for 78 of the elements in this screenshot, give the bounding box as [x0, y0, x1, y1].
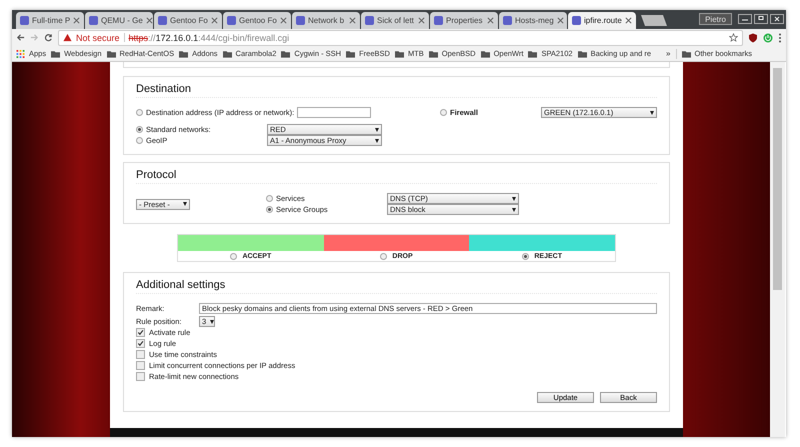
shield-icon[interactable]: [748, 32, 758, 42]
scrollbar[interactable]: [770, 62, 785, 437]
favicon-icon: [89, 16, 98, 25]
section-title: Protocol: [136, 169, 657, 184]
favicon-icon: [365, 16, 374, 25]
close-icon[interactable]: [73, 17, 80, 24]
folder-icon: [179, 50, 188, 58]
close-icon[interactable]: [211, 17, 218, 24]
warning-icon: [63, 33, 72, 42]
radio-button[interactable]: [380, 252, 388, 260]
caret-icon: [375, 138, 379, 142]
folder-icon: [106, 50, 116, 58]
browser-tab[interactable]: Properties: [430, 12, 498, 29]
section-title: Additional settings: [136, 279, 657, 294]
more-bookmarks-button[interactable]: »: [666, 49, 670, 58]
folder-icon: [222, 50, 232, 58]
checkbox[interactable]: [136, 372, 145, 381]
folder-icon: [682, 50, 690, 58]
caret-icon: [512, 208, 516, 212]
checkbox[interactable]: [136, 339, 145, 348]
radio-button[interactable]: [230, 252, 238, 260]
favicon-icon: [20, 16, 29, 25]
favicon-icon: [227, 16, 236, 25]
close-icon[interactable]: [146, 17, 153, 24]
folder-icon: [394, 50, 404, 58]
browser-tab[interactable]: Gentoo Fo: [154, 12, 222, 29]
close-icon[interactable]: [349, 17, 356, 24]
radio-button[interactable]: [136, 126, 143, 133]
folder-icon: [51, 50, 60, 58]
close-icon[interactable]: [418, 17, 425, 24]
browser-tab[interactable]: QEMU - Ge: [85, 12, 153, 29]
input-field[interactable]: [297, 107, 372, 118]
browser-tab[interactable]: Full-time P: [16, 12, 84, 29]
favicon-icon: [296, 16, 305, 25]
folder-icon: [578, 50, 587, 58]
browser-tab[interactable]: Hosts-meg: [499, 12, 567, 29]
back-arrow-icon[interactable]: [16, 33, 25, 42]
favicon-icon: [434, 16, 443, 25]
folder-icon: [346, 50, 356, 58]
restore-icon[interactable]: [754, 14, 768, 24]
apps-grid-icon: [16, 50, 25, 58]
radio-button[interactable]: [522, 252, 530, 260]
close-icon[interactable]: [280, 17, 287, 24]
browser-tab[interactable]: Gentoo Fo: [223, 12, 291, 29]
radio-button[interactable]: [266, 195, 273, 202]
section-title: Destination: [136, 83, 657, 98]
more-icon[interactable]: [778, 32, 782, 42]
power-icon[interactable]: [763, 32, 773, 42]
folder-icon: [480, 50, 490, 58]
close-icon[interactable]: [770, 14, 784, 24]
caret-icon: [183, 202, 187, 206]
browser-tab[interactable]: Sick of lett: [361, 12, 429, 29]
browser-tab[interactable]: ipfire.route: [568, 12, 636, 29]
folder-icon: [528, 50, 538, 58]
close-icon[interactable]: [487, 17, 494, 24]
minimize-icon[interactable]: [738, 14, 752, 24]
folder-icon: [281, 50, 290, 58]
folder-icon: [428, 50, 438, 58]
caret-icon: [210, 320, 214, 324]
radio-button[interactable]: [136, 137, 143, 144]
radio-button[interactable]: [266, 206, 273, 213]
favicon-icon: [158, 16, 167, 25]
checkbox[interactable]: [136, 361, 145, 370]
star-icon[interactable]: [729, 33, 738, 42]
profile-button[interactable]: Pietro: [699, 13, 732, 25]
favicon-icon: [572, 16, 581, 25]
close-icon[interactable]: [556, 17, 564, 24]
checkbox[interactable]: [136, 350, 145, 359]
close-icon[interactable]: [625, 17, 632, 24]
address-bar[interactable]: Not secure https://172.16.0.1:444/cgi-bin/firewall.cgi: [58, 30, 743, 46]
radio-button[interactable]: [440, 109, 447, 116]
browser-tab[interactable]: Network b: [292, 12, 360, 29]
checkbox[interactable]: [136, 328, 145, 337]
favicon-icon: [503, 16, 512, 25]
caret-icon: [650, 110, 654, 114]
radio-button[interactable]: [136, 109, 143, 116]
new-tab-button[interactable]: [641, 15, 667, 26]
reload-icon[interactable]: [44, 33, 53, 42]
